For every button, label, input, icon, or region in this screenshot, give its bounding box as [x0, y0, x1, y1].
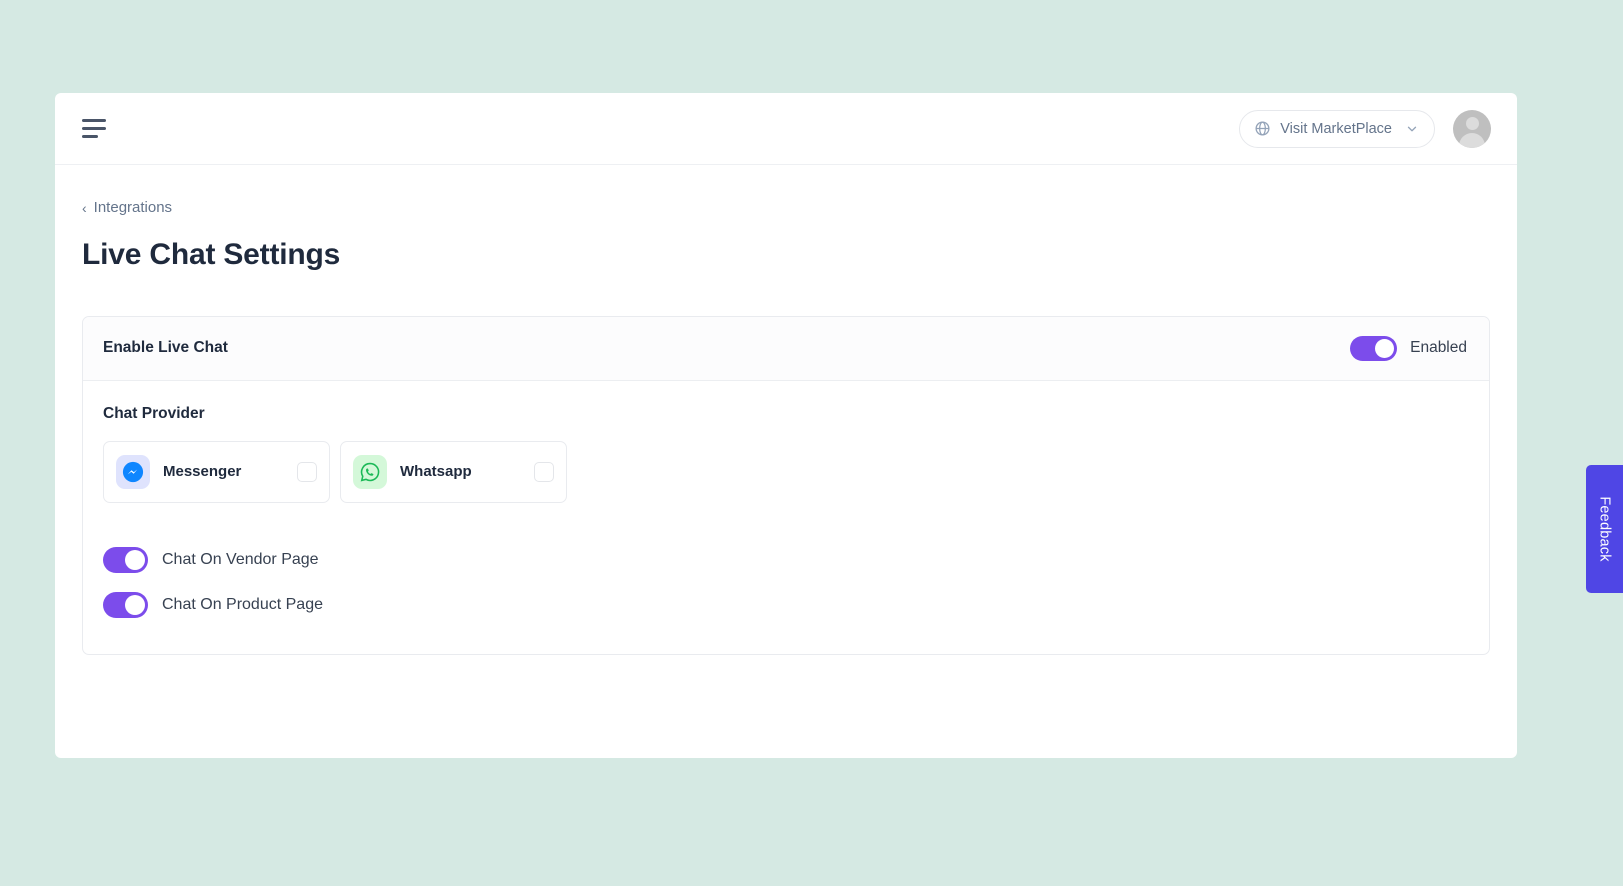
provider-card-whatsapp[interactable]: Whatsapp [340, 440, 567, 503]
chat-on-vendor-page-label: Chat On Vendor Page [162, 550, 319, 568]
provider-list: Messenger Whatsapp [103, 440, 1469, 503]
back-chevron-icon: ‹ [82, 199, 87, 216]
chat-on-product-page-toggle[interactable] [103, 591, 148, 618]
option-row-product-page: Chat On Product Page [103, 591, 1469, 618]
provider-card-messenger[interactable]: Messenger [103, 440, 330, 503]
messenger-icon [116, 454, 150, 489]
provider-name: Messenger [163, 463, 242, 480]
whatsapp-glyph [360, 462, 380, 482]
enable-live-chat-toggle[interactable] [1350, 335, 1398, 361]
visit-marketplace-label: Visit MarketPlace [1280, 120, 1392, 137]
hamburger-bar [82, 135, 98, 138]
hamburger-bar [82, 119, 106, 122]
hamburger-bar [82, 127, 106, 130]
messenger-glyph [122, 461, 144, 482]
hamburger-icon[interactable] [82, 119, 108, 139]
breadcrumb-label: Integrations [93, 199, 173, 216]
option-row-vendor-page: Chat On Vendor Page [103, 546, 1469, 573]
page-title: Live Chat Settings [82, 237, 341, 271]
toggle-knob [125, 594, 145, 615]
chat-on-vendor-page-toggle[interactable] [103, 546, 148, 573]
live-chat-settings-card: Enable Live Chat Enabled Chat Provider M… [82, 315, 1490, 655]
card-header: Enable Live Chat Enabled [83, 316, 1489, 381]
app-window: Visit MarketPlace ‹ Integrations Live Ch… [55, 93, 1517, 758]
enable-live-chat-state-label: Enabled [1410, 339, 1467, 356]
globe-icon [1255, 121, 1270, 136]
provider-checkbox-whatsapp[interactable] [534, 461, 554, 482]
provider-checkbox-messenger[interactable] [297, 461, 317, 482]
chat-provider-label: Chat Provider [103, 404, 205, 422]
visit-marketplace-button[interactable]: Visit MarketPlace [1239, 109, 1435, 148]
top-bar: Visit MarketPlace [55, 93, 1517, 165]
top-bar-right: Visit MarketPlace [1239, 109, 1491, 148]
chat-on-product-page-label: Chat On Product Page [162, 595, 323, 613]
enable-live-chat-label: Enable Live Chat [103, 339, 228, 356]
feedback-tab[interactable]: Feedback [1586, 465, 1623, 593]
breadcrumb[interactable]: ‹ Integrations [82, 199, 172, 216]
toggle-knob [1375, 338, 1395, 358]
feedback-tab-label: Feedback [1596, 496, 1613, 562]
chevron-down-icon [1407, 126, 1417, 131]
provider-name: Whatsapp [400, 463, 472, 480]
avatar[interactable] [1453, 109, 1491, 148]
card-body: Chat Provider Messenger Whatsapp Chat On… [83, 381, 1489, 654]
page-content: ‹ Integrations Live Chat Settings Enable… [55, 165, 1517, 655]
toggle-knob [125, 549, 145, 570]
whatsapp-icon [353, 454, 387, 489]
enable-live-chat-group: Enabled [1350, 335, 1467, 361]
